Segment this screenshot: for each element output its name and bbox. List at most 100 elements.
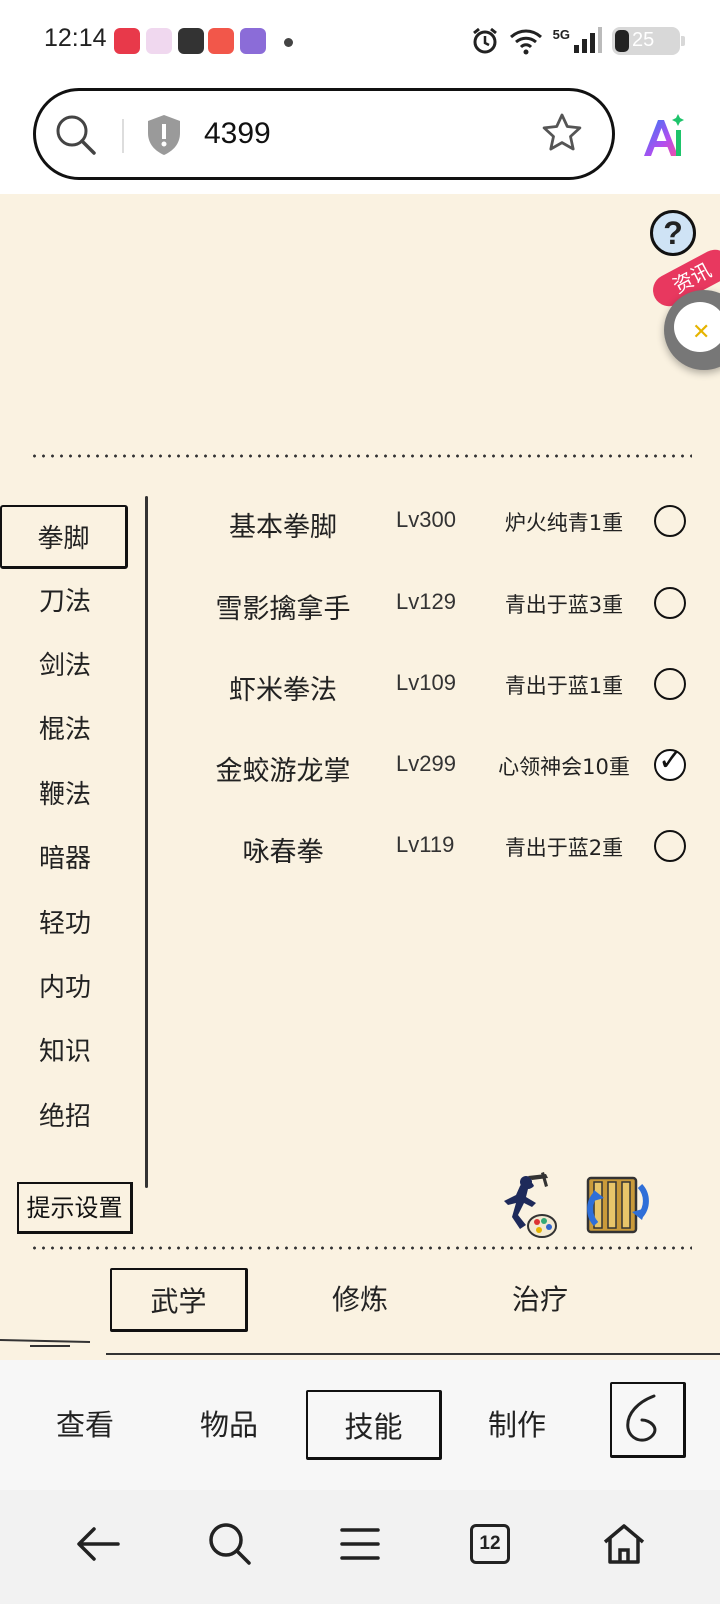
nav-items[interactable]: 物品 xyxy=(162,1390,296,1460)
skill-row[interactable]: 咏春拳 Lv119 青出于蓝2重 xyxy=(150,818,698,878)
category-tab-fist[interactable]: 拳脚 xyxy=(0,505,128,569)
address-bar[interactable]: 4399 xyxy=(33,88,615,180)
skill-level: Lv109 xyxy=(396,670,456,695)
skill-row[interactable]: 雪影擒拿手 Lv129 青出于蓝3重 xyxy=(150,575,698,635)
tabs-counter-button[interactable]: 12 xyxy=(470,1524,510,1564)
subtab-heal[interactable]: 治疗 xyxy=(470,1268,610,1332)
skill-realm: 青出于蓝3重 xyxy=(504,593,624,617)
category-label: 轻功 xyxy=(38,909,91,939)
alarm-icon xyxy=(472,27,497,54)
category-label: 暗器 xyxy=(38,844,91,874)
browser-bottom-bar: 12 xyxy=(0,1490,720,1604)
category-label: 绝招 xyxy=(38,1102,91,1132)
app-notification-icon-2 xyxy=(146,28,172,54)
subtab-label: 治疗 xyxy=(511,1283,568,1316)
skill-checkbox[interactable] xyxy=(654,830,686,862)
category-label: 刀法 xyxy=(38,587,91,617)
category-tab-ultimate[interactable]: 绝招 xyxy=(10,1095,120,1139)
browser-toolbar: 4399 xyxy=(0,84,720,194)
nav-view[interactable]: 查看 xyxy=(18,1390,152,1460)
brush-stroke-divider xyxy=(0,1339,720,1355)
skill-checkbox[interactable] xyxy=(654,505,686,537)
curved-back-icon xyxy=(626,1394,657,1442)
ai-assistant-icon[interactable] xyxy=(638,112,688,162)
skill-row[interactable]: 虾米拳法 Lv109 青出于蓝1重 xyxy=(150,656,698,716)
app-notification-icon-5 xyxy=(240,28,266,54)
martial-artist-icon[interactable] xyxy=(492,1172,564,1242)
url-text[interactable]: 4399 xyxy=(204,117,271,151)
category-label: 拳脚 xyxy=(37,524,90,554)
nav-skills[interactable]: 技能 xyxy=(306,1390,442,1460)
nav-label: 物品 xyxy=(199,1408,258,1442)
news-ball-sparkle-icon: ✕ xyxy=(692,320,711,345)
search-icon[interactable] xyxy=(206,1520,254,1568)
home-icon[interactable] xyxy=(600,1520,648,1568)
skill-name: 咏春拳 xyxy=(242,837,324,868)
subtab-cultivate[interactable]: 修炼 xyxy=(290,1268,430,1332)
app-notification-icon-1 xyxy=(114,28,140,54)
category-tab-inner-force[interactable]: 内功 xyxy=(10,966,120,1010)
skill-book-icon[interactable] xyxy=(582,1172,652,1238)
skill-realm: 心领神会10重 xyxy=(498,755,630,779)
signal-icon xyxy=(574,27,602,53)
category-tab-sword[interactable]: 剑法 xyxy=(10,644,120,688)
menu-icon[interactable] xyxy=(336,1520,384,1568)
category-divider xyxy=(145,496,148,1188)
network-type: 5G xyxy=(552,26,570,42)
subtab-martial-arts[interactable]: 武学 xyxy=(110,1268,248,1332)
app-notification-icon-4 xyxy=(208,28,234,54)
hint-settings-button[interactable]: 提示设置 xyxy=(17,1182,133,1234)
checkmark-icon: ✓ xyxy=(658,743,684,778)
category-tab-hidden-weapon[interactable]: 暗器 xyxy=(10,837,120,881)
nav-label: 查看 xyxy=(55,1408,114,1442)
nav-label: 技能 xyxy=(344,1410,403,1444)
category-tab-lightness[interactable]: 轻功 xyxy=(10,902,120,946)
skill-realm: 炉火纯青1重 xyxy=(504,511,624,535)
status-time: 12:14 xyxy=(44,24,107,52)
shield-warning-icon[interactable] xyxy=(144,113,184,157)
skill-name: 金蛟游龙掌 xyxy=(215,756,351,787)
battery-icon: 25 xyxy=(612,27,685,55)
category-label: 棍法 xyxy=(38,715,91,745)
top-dotted-divider xyxy=(30,454,692,458)
category-label: 内功 xyxy=(38,973,91,1003)
subtab-label: 武学 xyxy=(150,1285,207,1318)
skill-realm: 青出于蓝1重 xyxy=(504,674,624,698)
skill-level: Lv300 xyxy=(396,507,456,532)
skill-level: Lv119 xyxy=(396,832,455,857)
bottom-game-nav: 查看 物品 技能 制作 xyxy=(0,1360,720,1490)
nav-craft[interactable]: 制作 xyxy=(450,1390,584,1460)
wifi-icon xyxy=(509,29,542,55)
category-tab-whip[interactable]: 鞭法 xyxy=(10,773,120,817)
skill-row[interactable]: 金蛟游龙掌 Lv299 心领神会10重 ✓ xyxy=(150,737,698,797)
skill-name: 基本拳脚 xyxy=(229,512,337,543)
subtab-label: 修炼 xyxy=(331,1283,388,1316)
address-divider xyxy=(122,119,124,153)
skill-checkbox-checked[interactable]: ✓ xyxy=(654,743,686,781)
skill-realm: 青出于蓝2重 xyxy=(504,836,624,860)
battery-level: 25 xyxy=(632,29,655,51)
bottom-dotted-divider xyxy=(30,1246,692,1250)
app-notification-icon-3 xyxy=(178,28,204,54)
category-label: 剑法 xyxy=(38,651,91,681)
game-back-button[interactable] xyxy=(610,1382,686,1458)
skill-level: Lv299 xyxy=(396,751,456,776)
skill-row[interactable]: 基本拳脚 Lv300 炉火纯青1重 xyxy=(150,493,698,553)
skill-checkbox[interactable] xyxy=(654,587,686,619)
category-tab-blade[interactable]: 刀法 xyxy=(10,580,120,624)
help-button[interactable]: ? xyxy=(650,210,696,256)
skill-name: 雪影擒拿手 xyxy=(215,594,351,625)
skill-level: Lv129 xyxy=(396,589,456,614)
skill-checkbox[interactable] xyxy=(654,668,686,700)
category-label: 知识 xyxy=(38,1037,91,1067)
nav-label: 制作 xyxy=(487,1408,546,1442)
bookmark-star-icon[interactable] xyxy=(540,111,584,155)
search-icon[interactable] xyxy=(54,113,98,157)
status-indicators: 5G 25 xyxy=(471,24,685,58)
category-tab-knowledge[interactable]: 知识 xyxy=(10,1030,120,1074)
skill-name: 虾米拳法 xyxy=(229,675,337,706)
status-bar: 12:14 5G 25 xyxy=(0,0,720,84)
category-tab-staff[interactable]: 棍法 xyxy=(10,708,120,752)
back-arrow-icon[interactable] xyxy=(74,1520,122,1568)
more-notifications-dot xyxy=(284,38,293,47)
